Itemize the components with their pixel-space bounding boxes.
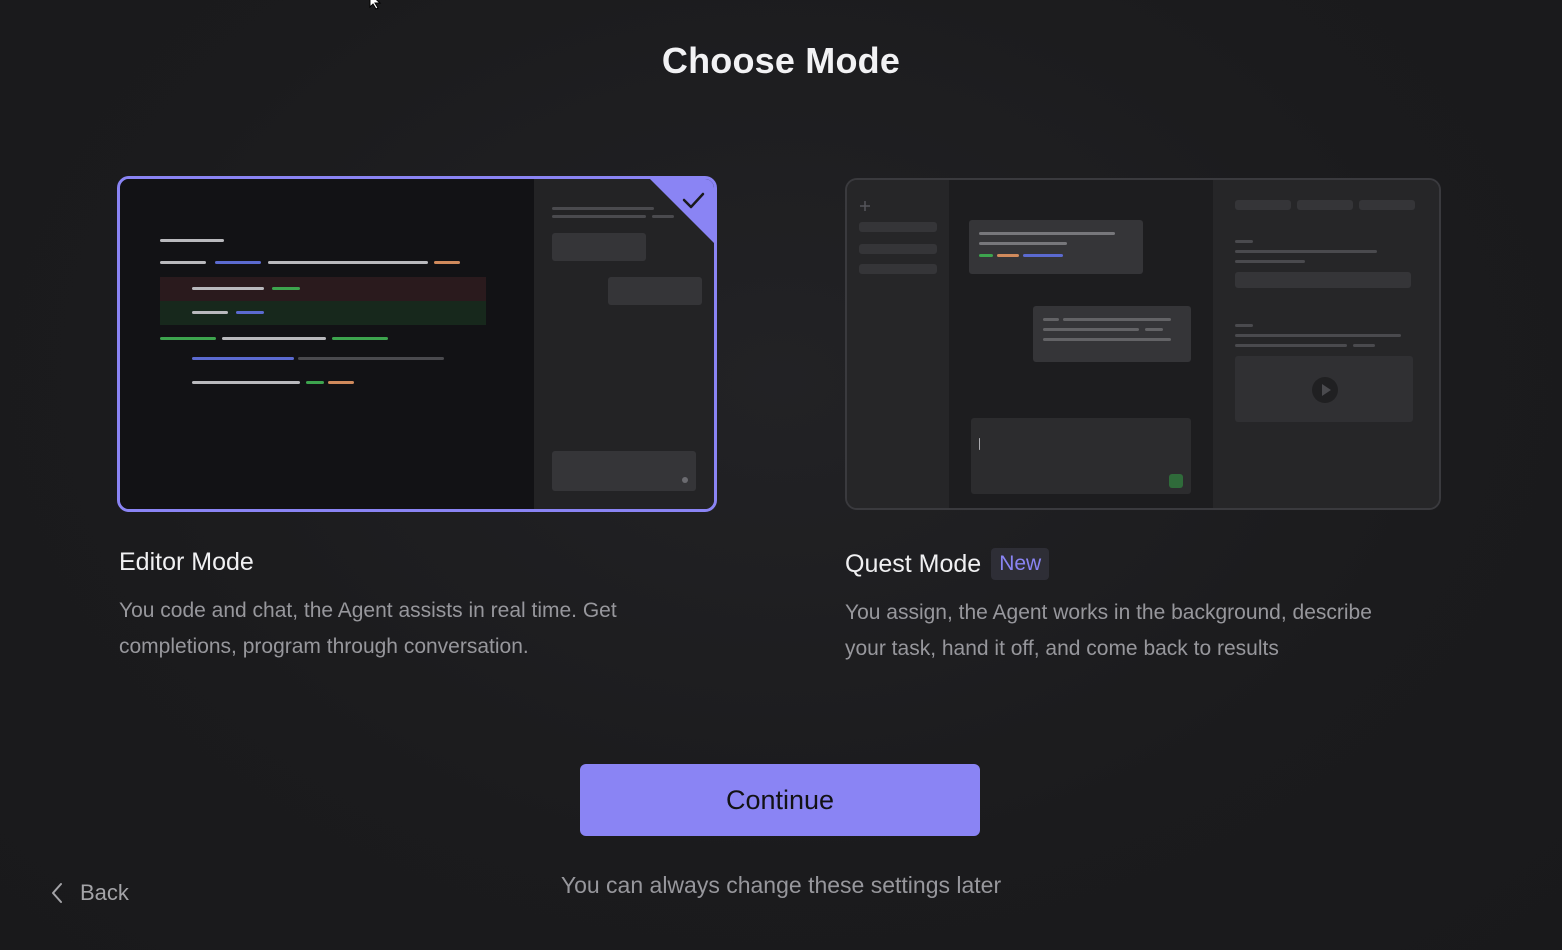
quest-results-preview [1213,180,1439,508]
editor-mode-description-line: completions, program through conversatio… [119,635,529,658]
settings-hint: You can always change these settings lat… [560,872,1002,898]
quest-chat-preview [949,180,1215,508]
editor-mode-description-line: You code and chat, the Agent assists in … [119,599,617,622]
plus-icon [860,201,870,211]
quest-sidebar-preview [847,180,951,508]
editor-mode-title-text: Editor Mode [119,548,254,576]
play-icon [1312,377,1338,403]
back-label: Back [80,880,129,905]
editor-mode-card[interactable] [117,176,717,512]
back-button[interactable]: Back [50,880,129,906]
mouse-cursor-icon [369,0,382,10]
quest-mode-card[interactable] [845,178,1441,510]
new-badge: New [991,548,1050,580]
editor-code-preview [120,179,534,509]
quest-mode-description-line: your task, hand it off, and come back to… [845,637,1279,660]
chevron-left-icon [52,883,62,903]
quest-mode-description-line: You assign, the Agent works in the backg… [845,601,1372,624]
editor-mode-title: Editor Mode [119,548,254,577]
editor-mode-description: You code and chat, the Agent assists in … [119,593,617,665]
page-title: Choose Mode [661,40,901,81]
quest-mode-title: Quest Mode New [845,548,1050,580]
quest-mode-description: You assign, the Agent works in the backg… [845,595,1372,667]
continue-button[interactable]: Continue [580,764,980,836]
selected-check-icon [650,179,714,243]
quest-mode-title-text: Quest Mode [845,549,982,578]
